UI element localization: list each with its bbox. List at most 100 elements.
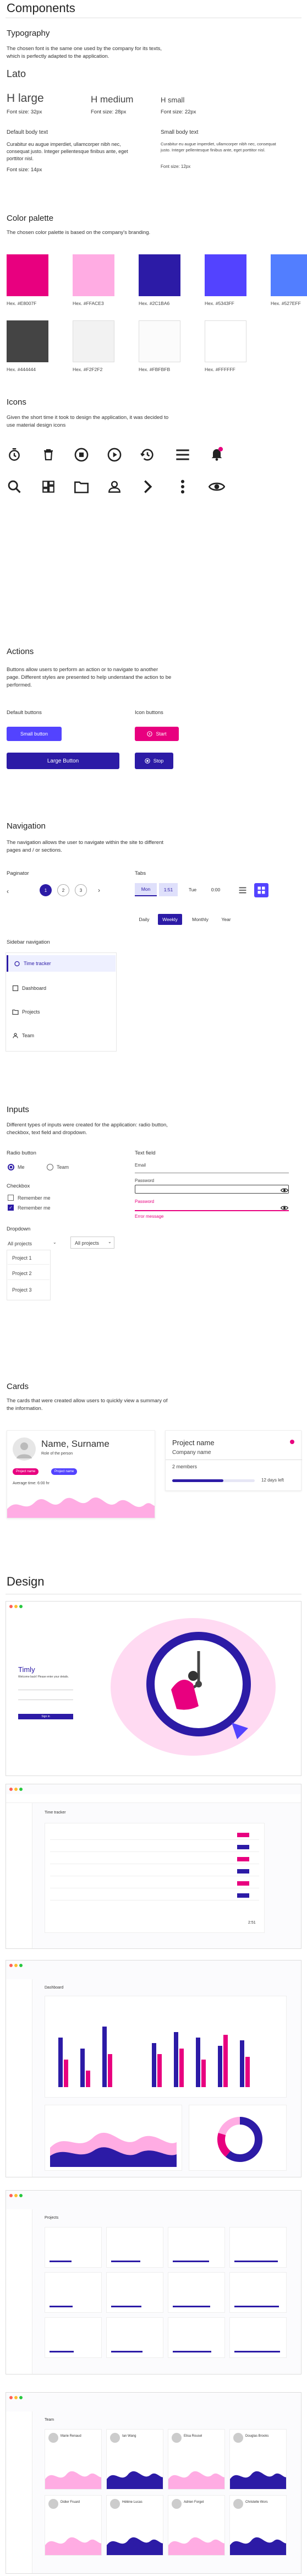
- project-mini-card[interactable]: [229, 2272, 287, 2313]
- visibility-icon: [207, 477, 227, 497]
- dashboard-area-chart: [50, 2132, 177, 2167]
- tab-weekly[interactable]: Weekly: [158, 914, 182, 925]
- avatar: [233, 2499, 243, 2509]
- team-mini-card[interactable]: Didier Fruard: [45, 2495, 102, 2556]
- start-button[interactable]: Start: [135, 727, 179, 741]
- large-button[interactable]: Large Button: [7, 753, 119, 769]
- small-body-text: Curabitur eu augue imperdiet, ullamcorpe…: [161, 141, 276, 153]
- sidebar-item-dashboard[interactable]: Dashboard: [7, 980, 116, 996]
- color-swatch-label: Hex. #5343FF: [205, 301, 234, 306]
- team-mini-card[interactable]: Elisa Rousel: [168, 2429, 225, 2490]
- tracker-row-button[interactable]: [237, 1845, 249, 1849]
- sidebar-label: Time tracker: [24, 961, 51, 966]
- radio-me[interactable]: [8, 1164, 14, 1170]
- project-mini-card[interactable]: [106, 2227, 163, 2268]
- color-swatch-label: Hex. #F2F2F2: [73, 367, 103, 372]
- sidebar-item-time-tracker[interactable]: Time tracker: [7, 955, 116, 972]
- team-mini-card[interactable]: Adrien Forget: [168, 2495, 225, 2556]
- project-mini-progress: [50, 2306, 73, 2307]
- dashboard-icon: [12, 985, 19, 992]
- project-mini-card[interactable]: [106, 2272, 163, 2313]
- project-mini-card[interactable]: [168, 2272, 225, 2313]
- avatar: [110, 2499, 120, 2509]
- sidebar-item-team[interactable]: Team: [7, 1027, 116, 1044]
- tracker-row-button[interactable]: [237, 1857, 249, 1861]
- project-mini-progress: [111, 2306, 141, 2307]
- tab-year[interactable]: Year: [217, 914, 235, 925]
- tab-mon[interactable]: Mon: [135, 883, 157, 896]
- folder-icon: [72, 477, 91, 497]
- icons-title: Icons: [7, 397, 26, 407]
- chevron-down-icon[interactable]: ⌄: [108, 1239, 112, 1244]
- project-mini-card[interactable]: [229, 2317, 287, 2358]
- small-button[interactable]: Small button: [7, 727, 62, 741]
- card-company-name: Company name: [172, 1450, 211, 1456]
- project-card[interactable]: Project name Company name 2 members 12 d…: [165, 1430, 302, 1491]
- dropdown-item-3[interactable]: Project 3: [12, 1287, 32, 1293]
- team-mini-card[interactable]: Hélène Lucas: [106, 2495, 163, 2556]
- tab-daily[interactable]: Daily: [135, 914, 154, 925]
- dropdown-item-2[interactable]: Project 2: [12, 1271, 32, 1276]
- radio-team[interactable]: [47, 1164, 53, 1170]
- sidebar-item-projects[interactable]: Projects: [7, 1004, 116, 1020]
- team-mini-card[interactable]: Marie Renaud: [45, 2429, 102, 2490]
- project-badge-2: Project name: [51, 1468, 78, 1475]
- project-mini-card[interactable]: [106, 2317, 163, 2358]
- font-name: Lato: [7, 68, 26, 79]
- team-mini-card[interactable]: Douglas Brooks: [229, 2429, 287, 2490]
- color-swatch: [271, 254, 307, 296]
- clock-illustration: [146, 1632, 251, 1739]
- palette-desc: The chosen color palette is based on the…: [7, 230, 151, 236]
- visibility-icon[interactable]: [280, 1186, 289, 1196]
- project-mini-card[interactable]: [168, 2227, 225, 2268]
- tab-tue[interactable]: Tue: [183, 883, 202, 896]
- team-mini-card[interactable]: Christelle Wors: [229, 2495, 287, 2556]
- login-logo: Timly: [18, 1665, 35, 1674]
- person-card[interactable]: Name, Surname Role of the person Project…: [7, 1430, 155, 1518]
- project-mini-progress: [234, 2351, 280, 2352]
- checkbox-checked[interactable]: ✓: [8, 1205, 14, 1211]
- password-error-field[interactable]: [135, 1210, 289, 1211]
- components-title: Components: [7, 1, 75, 15]
- project-mini-card[interactable]: [45, 2317, 102, 2358]
- team-activity-wave: [107, 2537, 163, 2555]
- paginator-prev[interactable]: ‹: [7, 887, 9, 895]
- tracker-row-button[interactable]: [237, 1869, 249, 1874]
- team-mini-card[interactable]: Ian Wang: [106, 2429, 163, 2490]
- radio-title: Radio button: [7, 1150, 36, 1156]
- screen-time-tracker: Time tracker 2:51: [6, 1784, 301, 1949]
- stop-button[interactable]: Stop: [135, 753, 173, 769]
- password-field[interactable]: [135, 1185, 289, 1194]
- page-3[interactable]: 3: [75, 884, 87, 896]
- checkbox-unchecked[interactable]: [8, 1195, 14, 1201]
- tab-tue-time: 0:00: [211, 887, 221, 892]
- dropdown-item-1[interactable]: Project 1: [12, 1255, 32, 1261]
- dropdown-value[interactable]: All projects: [8, 1241, 32, 1246]
- screen-login: Timly Welcome back! Please enter your de…: [6, 1601, 301, 1776]
- dropdown-open-value: All projects: [75, 1240, 100, 1246]
- tab-monthly[interactable]: Monthly: [187, 914, 214, 925]
- color-swatch: [139, 320, 180, 362]
- color-swatch: [7, 320, 48, 362]
- login-button[interactable]: Sign in: [18, 1714, 73, 1719]
- paginator-next[interactable]: ›: [98, 886, 100, 894]
- color-swatch: [205, 320, 246, 362]
- color-swatch-label: Hex. #527EFF: [271, 301, 301, 306]
- project-mini-card[interactable]: [45, 2227, 102, 2268]
- project-mini-card[interactable]: [45, 2272, 102, 2313]
- project-mini-card[interactable]: [229, 2227, 287, 2268]
- team-activity-wave: [107, 2471, 163, 2489]
- tracker-row-button[interactable]: [237, 1881, 249, 1886]
- tracker-row-button[interactable]: [237, 1893, 249, 1898]
- chevron-down-icon[interactable]: ⌄: [53, 1240, 57, 1245]
- project-mini-card[interactable]: [168, 2317, 225, 2358]
- page-2[interactable]: 2: [57, 884, 69, 896]
- grid-view-icon[interactable]: [254, 883, 268, 897]
- icon-buttons-title: Icon buttons: [135, 710, 163, 716]
- card-project-name: Project name: [172, 1439, 215, 1447]
- tracker-row-button[interactable]: [237, 1833, 249, 1837]
- list-view-icon[interactable]: [237, 884, 249, 896]
- page-1[interactable]: 1: [40, 884, 52, 896]
- progress-track: [172, 1479, 255, 1482]
- visibility-icon[interactable]: [280, 1203, 289, 1213]
